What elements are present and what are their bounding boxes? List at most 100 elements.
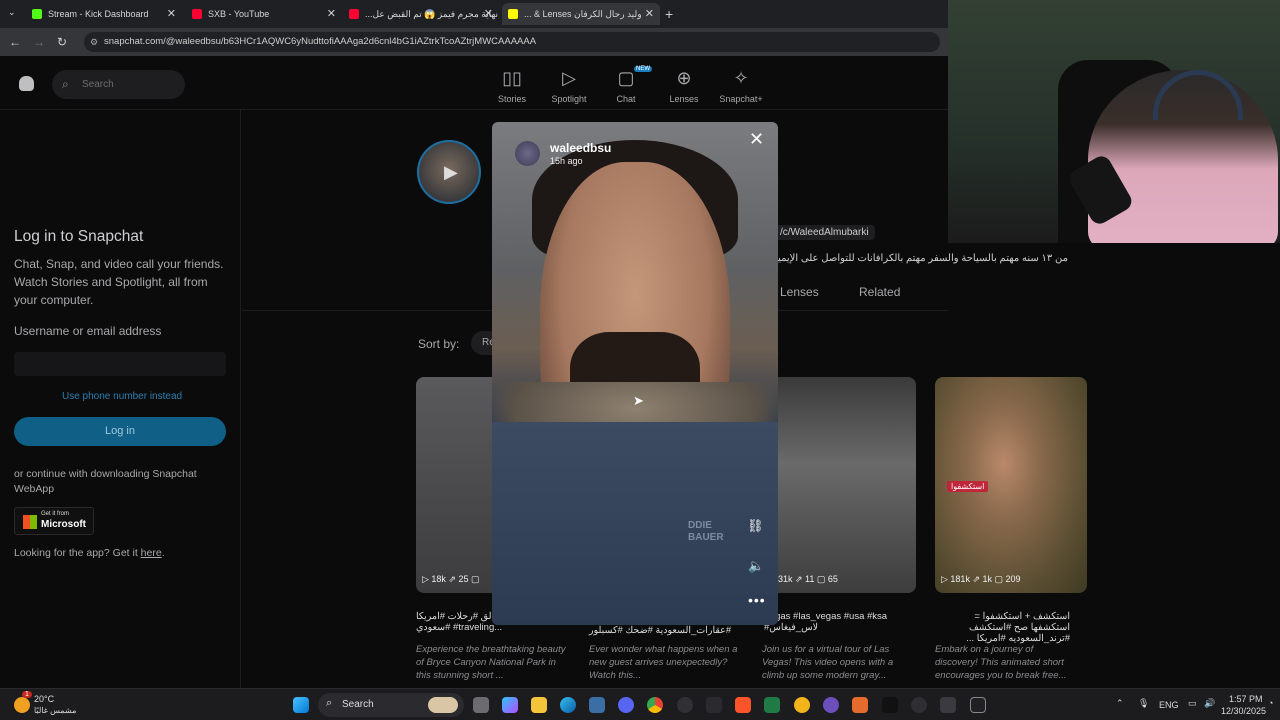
url-input[interactable]: ⚙ snapchat.com/@waleedbsu/b63HCr1AQWC6yN… [84, 32, 940, 52]
app-icon[interactable] [970, 697, 986, 713]
ms-badge-bottom: Microsoft [41, 519, 86, 530]
task-view-icon[interactable] [473, 697, 489, 713]
nav-snapchat-plus[interactable]: ✧ Snapchat+ [711, 68, 771, 104]
forward-icon[interactable]: → [33, 35, 45, 49]
close-icon[interactable]: ✕ [645, 7, 654, 20]
chrome-icon[interactable] [647, 697, 663, 713]
card-tag: استكشفوا [947, 481, 989, 492]
taskbar-search-label: Search [342, 699, 374, 710]
profile-link[interactable]: /c/WaleedAlmubarki [774, 225, 875, 240]
tab-search-icon[interactable]: ⌄ [8, 7, 20, 21]
back-icon[interactable]: ← [9, 35, 21, 49]
tab-title: SXB - YouTube [208, 9, 270, 19]
excel-icon[interactable] [764, 697, 780, 713]
kick-icon [32, 9, 42, 19]
nav-label: Snapchat+ [719, 94, 763, 104]
nav-lenses[interactable]: ⊕ Lenses [654, 68, 714, 104]
store-icon[interactable] [589, 697, 605, 713]
tab-youtube-sxb[interactable]: SXB - YouTube ✕ [186, 3, 342, 25]
site-info-icon[interactable]: ⚙ [90, 32, 98, 52]
nav-label: Lenses [669, 94, 699, 104]
file-explorer-icon[interactable] [531, 697, 547, 713]
lenses-icon: ⊕ [676, 68, 692, 88]
continue-text: or continue with downloading Snapchat We… [14, 468, 197, 495]
brave-icon[interactable] [735, 697, 751, 713]
login-sidebar: Log in to Snapchat Chat, Snap, and video… [0, 110, 241, 688]
microsoft-icon [23, 515, 37, 529]
discord-icon[interactable] [618, 697, 634, 713]
card-description: Ever wonder what happens when a new gues… [589, 644, 738, 681]
nav-stories[interactable]: ▯▯ Stories [482, 68, 542, 104]
login-title: Log in to Snapchat [14, 228, 144, 245]
chevron-up-icon[interactable]: ⌃ [1116, 698, 1124, 709]
app-icon[interactable] [940, 697, 956, 713]
app-icon[interactable] [823, 697, 839, 713]
login-button[interactable]: Log in [14, 417, 226, 446]
card-stats: ▷ 18k ⇗ 25 ▢ [422, 574, 480, 584]
chat-app-icon[interactable] [794, 697, 810, 713]
snapchat-ghost-icon[interactable] [19, 76, 34, 91]
search-input[interactable]: ⌕ Search [52, 70, 185, 99]
tab-kick-dashboard[interactable]: Stream - Kick Dashboard ✕ [26, 3, 182, 25]
nav-chat[interactable]: ▢ NEW Chat [596, 66, 656, 104]
tab-lenses[interactable]: Lenses [780, 285, 819, 299]
card-caption[interactable]: استكشف + استكشفوا = استكشفها صح #استكشف … [935, 611, 1070, 644]
reload-icon[interactable]: ↻ [57, 35, 67, 49]
card-description: Embark on a journey of discovery! This a… [935, 644, 1067, 681]
nav-spotlight[interactable]: ▷ Spotlight [539, 68, 599, 104]
taskbar-search[interactable]: ⌕ Search [318, 693, 464, 717]
story-avatar[interactable] [515, 141, 540, 166]
search-highlight-icon [428, 697, 458, 713]
weather-desc: مشمس غالبًا [34, 706, 77, 715]
spotlight-icon: ▷ [562, 68, 576, 88]
snapchat-plus-icon: ✧ [733, 68, 749, 88]
username-field[interactable] [14, 352, 226, 376]
clock-date[interactable]: 12/30/2025 [1221, 706, 1266, 716]
start-icon[interactable] [293, 697, 309, 713]
ms-badge-top: Get it from [41, 511, 70, 517]
language-indicator[interactable]: ENG [1159, 700, 1179, 710]
app-text: Looking for the app? Get it [14, 547, 138, 559]
microsoft-store-badge[interactable]: Get it from Microsoft [14, 507, 94, 535]
close-icon[interactable]: ✕ [749, 129, 764, 150]
username-label: Username or email address [14, 324, 162, 338]
story-time: 15h ago [550, 156, 583, 166]
address-bar-row: ← → ↻ ⚙ snapchat.com/@waleedbsu/b63HCr1A… [0, 28, 948, 56]
profile-avatar[interactable]: ▶ [417, 140, 481, 204]
more-options-icon[interactable]: ••• [748, 592, 766, 608]
app-icon[interactable] [706, 697, 722, 713]
notification-icon[interactable]: ◔ [1268, 698, 1273, 708]
stories-icon: ▯▯ [502, 68, 522, 88]
weather-temp[interactable]: 20°C [34, 694, 54, 704]
close-icon[interactable]: ✕ [167, 7, 176, 20]
copilot-icon[interactable] [502, 697, 518, 713]
browser-tab-bar: ⌄ Stream - Kick Dashboard ✕ SXB - YouTub… [0, 0, 948, 28]
tab-youtube-arabic[interactable]: نهاية مجرم فيمز 😱 تم القبض عل... ✕ [343, 3, 499, 25]
clock-time[interactable]: 1:57 PM [1229, 694, 1263, 704]
story-username[interactable]: waleedbsu [550, 141, 611, 155]
spotlight-card[interactable]: 31k ⇗ 11 ▢ 65 [764, 377, 916, 593]
network-icon[interactable]: ▭ [1188, 698, 1197, 709]
tiktok-icon[interactable] [882, 697, 898, 713]
volume-icon[interactable]: 🔈 [748, 558, 764, 574]
close-icon[interactable]: ✕ [327, 7, 336, 20]
volume-icon[interactable]: 🔊 [1204, 698, 1215, 709]
tab-snapchat-active[interactable]: وليد رحال الكرفان Lenses & ... ✕ [502, 3, 660, 25]
phone-link[interactable]: Use phone number instead [62, 391, 182, 402]
tab-related[interactable]: Related [859, 285, 900, 299]
microphone-icon[interactable]: 🎙 [1138, 698, 1149, 709]
app-icon[interactable] [911, 697, 927, 713]
link-icon[interactable]: ⛓ [747, 518, 764, 534]
app-link[interactable]: here [141, 547, 162, 559]
weather-icon[interactable] [14, 697, 30, 713]
obs-icon[interactable] [677, 697, 693, 713]
card-caption[interactable]: #عقارات_السعودية #ضحك #كسبلور [589, 625, 751, 636]
new-tab-button[interactable]: + [665, 6, 673, 22]
edge-icon[interactable] [560, 697, 576, 713]
app-icon[interactable] [852, 697, 868, 713]
card-caption[interactable]: Vegas #las_vegas #usa #ksa #لاس_فيغاس [764, 611, 916, 633]
card-description: Experience the breathtaking beauty of Br… [416, 644, 566, 681]
story-viewer-modal[interactable]: DDIE BAUER waleedbsu 15h ago ✕ ⛓ 🔈 ••• ➤ [492, 122, 778, 625]
spotlight-card[interactable]: استكشفوا ▷ 181k ⇗ 1k ▢ 209 [935, 377, 1087, 593]
close-icon[interactable]: ✕ [484, 7, 493, 20]
